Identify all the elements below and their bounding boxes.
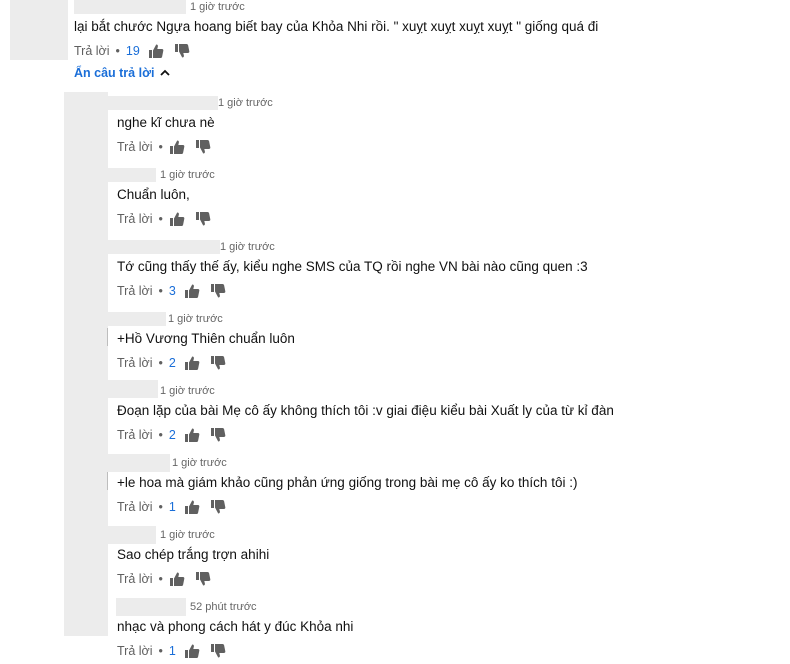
reply-text: Tớ cũng thấy thế ấy, kiểu nghe SMS của T… — [117, 259, 588, 274]
reply-text: +le hoa mà giám khảo cũng phản ứng giống… — [117, 475, 578, 490]
like-count: 3 — [168, 284, 176, 298]
reply-time: 1 giờ trước — [220, 241, 275, 253]
reply-button[interactable]: Trả lời — [117, 140, 153, 154]
thumbs-down-icon[interactable] — [195, 571, 211, 587]
separator-dot: • — [158, 500, 163, 514]
reply-actions: Trả lời • 2 — [117, 354, 236, 372]
author-name-redacted — [74, 0, 186, 14]
author-name-redacted — [108, 312, 166, 326]
author-name-redacted — [116, 598, 186, 616]
author-name-redacted — [108, 96, 218, 110]
reply-time: 1 giờ trước — [218, 97, 273, 109]
divider — [107, 472, 108, 490]
separator-dot: • — [115, 44, 120, 58]
reply-actions: Trả lời • — [117, 570, 221, 588]
separator-dot: • — [158, 212, 163, 226]
reply-time: 52 phút trước — [190, 601, 257, 613]
comment-time: 1 giờ trước — [190, 1, 245, 13]
thumbs-up-icon[interactable] — [169, 571, 185, 587]
thumbs-down-icon[interactable] — [195, 139, 211, 155]
thumbs-up-icon[interactable] — [169, 211, 185, 227]
thumbs-down-icon[interactable] — [210, 427, 226, 443]
reply-text: nhạc và phong cách hát y đúc Khỏa nhi — [117, 619, 354, 634]
reply-actions: Trả lời • — [117, 210, 221, 228]
reply-time: 1 giờ trước — [172, 457, 227, 469]
thumbs-up-icon[interactable] — [169, 139, 185, 155]
chevron-up-icon — [160, 69, 171, 76]
like-count: 1 — [168, 644, 176, 658]
thumbs-down-icon[interactable] — [210, 355, 226, 371]
divider — [107, 328, 108, 346]
reply-button[interactable]: Trả lời — [117, 500, 153, 514]
reply-button[interactable]: Trả lời — [117, 356, 153, 370]
reply-actions: Trả lời • — [117, 138, 221, 156]
author-name-redacted — [108, 526, 156, 544]
reply-text: Sao chép trắng trợn ahihi — [117, 547, 270, 562]
reply-actions: Trả lời • 1 — [117, 642, 236, 660]
thumbs-up-icon[interactable] — [184, 355, 200, 371]
separator-dot: • — [158, 140, 163, 154]
comment-actions: Trả lời • 19 — [74, 42, 200, 60]
thumbs-down-icon[interactable] — [210, 283, 226, 299]
reply-button[interactable]: Trả lời — [74, 44, 110, 58]
separator-dot: • — [158, 644, 163, 658]
thumbs-up-icon[interactable] — [184, 499, 200, 515]
reply-time: 1 giờ trước — [160, 385, 215, 397]
thumbs-down-icon[interactable] — [174, 43, 190, 59]
thumbs-up-icon[interactable] — [184, 643, 200, 659]
author-name-redacted — [108, 168, 156, 182]
thumbs-down-icon[interactable] — [210, 499, 226, 515]
hide-replies-button[interactable]: Ẩn câu trả lời — [74, 66, 171, 80]
reply-actions: Trả lời • 2 — [117, 426, 236, 444]
author-name-redacted — [108, 454, 170, 472]
author-name-redacted — [108, 380, 158, 398]
separator-dot: • — [158, 428, 163, 442]
reply-text: nghe kĩ chưa nè — [117, 115, 215, 130]
like-count: 1 — [168, 500, 176, 514]
reply-button[interactable]: Trả lời — [117, 284, 153, 298]
author-name-redacted — [108, 240, 220, 254]
reply-button[interactable]: Trả lời — [117, 572, 153, 586]
thumbs-down-icon[interactable] — [210, 643, 226, 659]
thumbs-up-icon[interactable] — [148, 43, 164, 59]
like-count: 2 — [168, 428, 176, 442]
reply-button[interactable]: Trả lời — [117, 212, 153, 226]
reply-text: Đoạn lặp của bài Mẹ cô ấy không thích tô… — [117, 403, 614, 418]
thumbs-down-icon[interactable] — [195, 211, 211, 227]
reply-text: Chuẩn luôn, — [117, 187, 190, 202]
reply-actions: Trả lời • 3 — [117, 282, 236, 300]
separator-dot: • — [158, 284, 163, 298]
hide-replies-label: Ẩn câu trả lời — [74, 66, 155, 80]
reply-time: 1 giờ trước — [160, 529, 215, 541]
reply-time: 1 giờ trước — [160, 169, 215, 181]
comment-text: lại bắt chước Ngựa hoang biết bay của Kh… — [74, 19, 599, 34]
like-count: 2 — [168, 356, 176, 370]
reply-button[interactable]: Trả lời — [117, 644, 153, 658]
separator-dot: • — [158, 356, 163, 370]
thumbs-up-icon[interactable] — [184, 283, 200, 299]
separator-dot: • — [158, 572, 163, 586]
like-count: 19 — [125, 44, 140, 58]
thumbs-up-icon[interactable] — [184, 427, 200, 443]
reply-text: +Hồ Vương Thiên chuẩn luôn — [117, 331, 295, 346]
reply-actions: Trả lời • 1 — [117, 498, 236, 516]
reply-button[interactable]: Trả lời — [117, 428, 153, 442]
reply-time: 1 giờ trước — [168, 313, 223, 325]
reply-avatar-placeholder — [64, 92, 108, 636]
avatar-placeholder — [10, 0, 68, 60]
